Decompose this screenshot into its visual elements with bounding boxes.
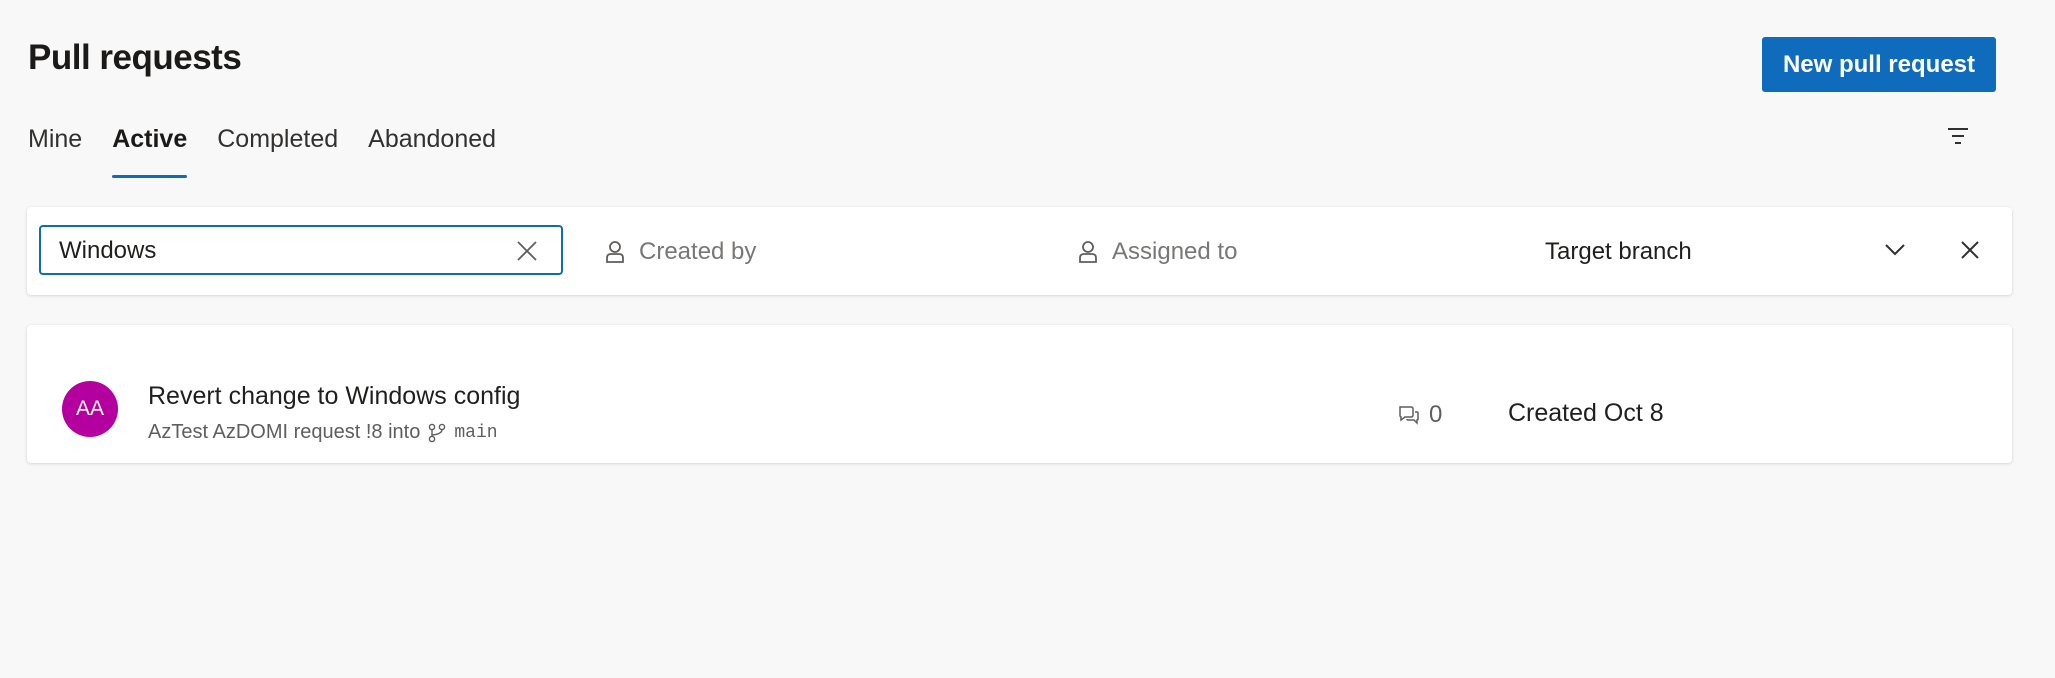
search-input[interactable] [59,235,499,267]
assigned-to-filter[interactable]: Assigned to [1078,235,1237,269]
pull-request-row[interactable]: AA Revert change to Windows config AzTes… [27,325,2012,463]
created-by-filter[interactable]: Created by [605,235,756,269]
search-box [39,225,563,275]
filter-toggle-icon[interactable] [1942,122,1974,150]
pull-request-subtitle: AzTest AzDOMI request !8 into main [148,421,498,444]
created-date: Created Oct 8 [1508,399,1664,427]
page-title: Pull requests [28,38,242,77]
target-branch-label: Target branch [1545,238,1692,265]
branch-icon [429,423,446,442]
close-filters-icon[interactable] [1955,235,1985,265]
target-branch-filter[interactable]: Target branch [1545,235,1692,269]
tab-bar: Mine Active Completed Abandoned [28,122,526,180]
clear-search-icon[interactable] [515,239,539,263]
avatar: AA [62,381,118,437]
tab-abandoned[interactable]: Abandoned [368,122,496,180]
filter-bar: Created by Assigned to Target branch [27,207,2012,295]
created-by-label: Created by [639,238,757,265]
person-icon [606,241,624,263]
chevron-down-icon[interactable] [1880,235,1910,265]
comment-count-value: 0 [1429,401,1443,428]
pull-request-title[interactable]: Revert change to Windows config [148,382,520,411]
assigned-to-label: Assigned to [1112,238,1238,265]
pull-request-meta: AzTest AzDOMI request !8 into [148,421,421,443]
person-icon [1079,241,1097,263]
tab-mine[interactable]: Mine [28,122,82,180]
target-branch-name[interactable]: main [454,423,497,443]
tab-completed[interactable]: Completed [217,122,338,180]
comments-icon [1399,406,1419,425]
new-pull-request-button[interactable]: New pull request [1762,37,1996,92]
tab-active[interactable]: Active [112,122,188,180]
comment-count: 0 [1397,401,1442,429]
